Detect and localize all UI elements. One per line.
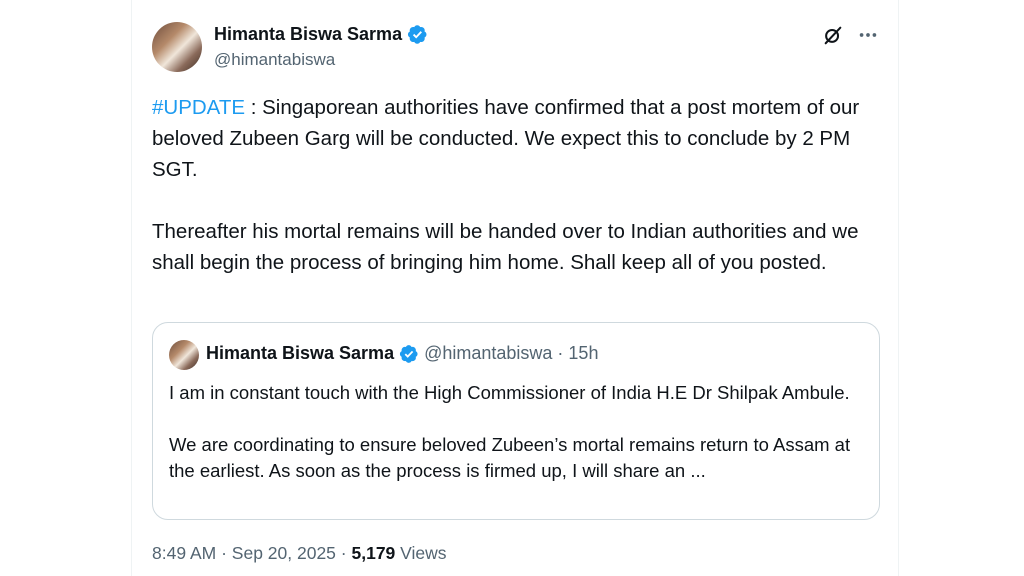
tweet-date[interactable]: Sep 20, 2025 (232, 543, 336, 563)
tweet-text: #UPDATE : Singaporean authorities have c… (152, 92, 882, 278)
separator-dot: · (221, 543, 227, 563)
grok-icon[interactable] (822, 24, 844, 46)
tweet-time[interactable]: 8:49 AM (152, 543, 216, 563)
tweet-paragraph: Thereafter his mortal remains will be ha… (152, 220, 859, 274)
tweet-paragraph: #UPDATE : Singaporean authorities have c… (152, 92, 882, 185)
more-options-icon[interactable] (856, 24, 880, 46)
verified-badge-icon (399, 344, 418, 363)
separator-dot: · (557, 343, 564, 363)
tweet-paragraph-text: : Singaporean authorities have confirmed… (152, 96, 860, 181)
quoted-timestamp: 15h (568, 343, 599, 363)
quoted-tweet-text: I am in constant touch with the High Com… (169, 380, 859, 484)
author-handle[interactable]: @himantabiswa (214, 50, 335, 70)
quoted-author-avatar (169, 340, 199, 370)
quoted-tweet-card[interactable]: Himanta Biswa Sarma @himantabiswa · 15h … (152, 322, 880, 520)
author-name-row[interactable]: Himanta Biswa Sarma (214, 24, 428, 45)
quoted-author-name: Himanta Biswa Sarma (206, 343, 395, 363)
verified-badge-icon (408, 25, 427, 44)
views-label: Views (400, 543, 447, 563)
views-count: 5,179 (351, 543, 396, 563)
quoted-paragraph: I am in constant touch with the High Com… (169, 382, 850, 403)
quoted-author-handle: @himantabiswa (424, 343, 553, 363)
hashtag-link[interactable]: #UPDATE (152, 96, 245, 119)
author-avatar[interactable] (152, 22, 202, 72)
quoted-paragraph: We are coordinating to ensure beloved Zu… (169, 434, 851, 481)
author-name[interactable]: Himanta Biswa Sarma (214, 24, 402, 45)
separator-dot: · (340, 543, 347, 563)
tweet-metadata: 8:49 AM · Sep 20, 2025 · 5,179 Views (152, 543, 447, 564)
quoted-tweet-header: Himanta Biswa Sarma @himantabiswa · 15h (206, 343, 598, 364)
